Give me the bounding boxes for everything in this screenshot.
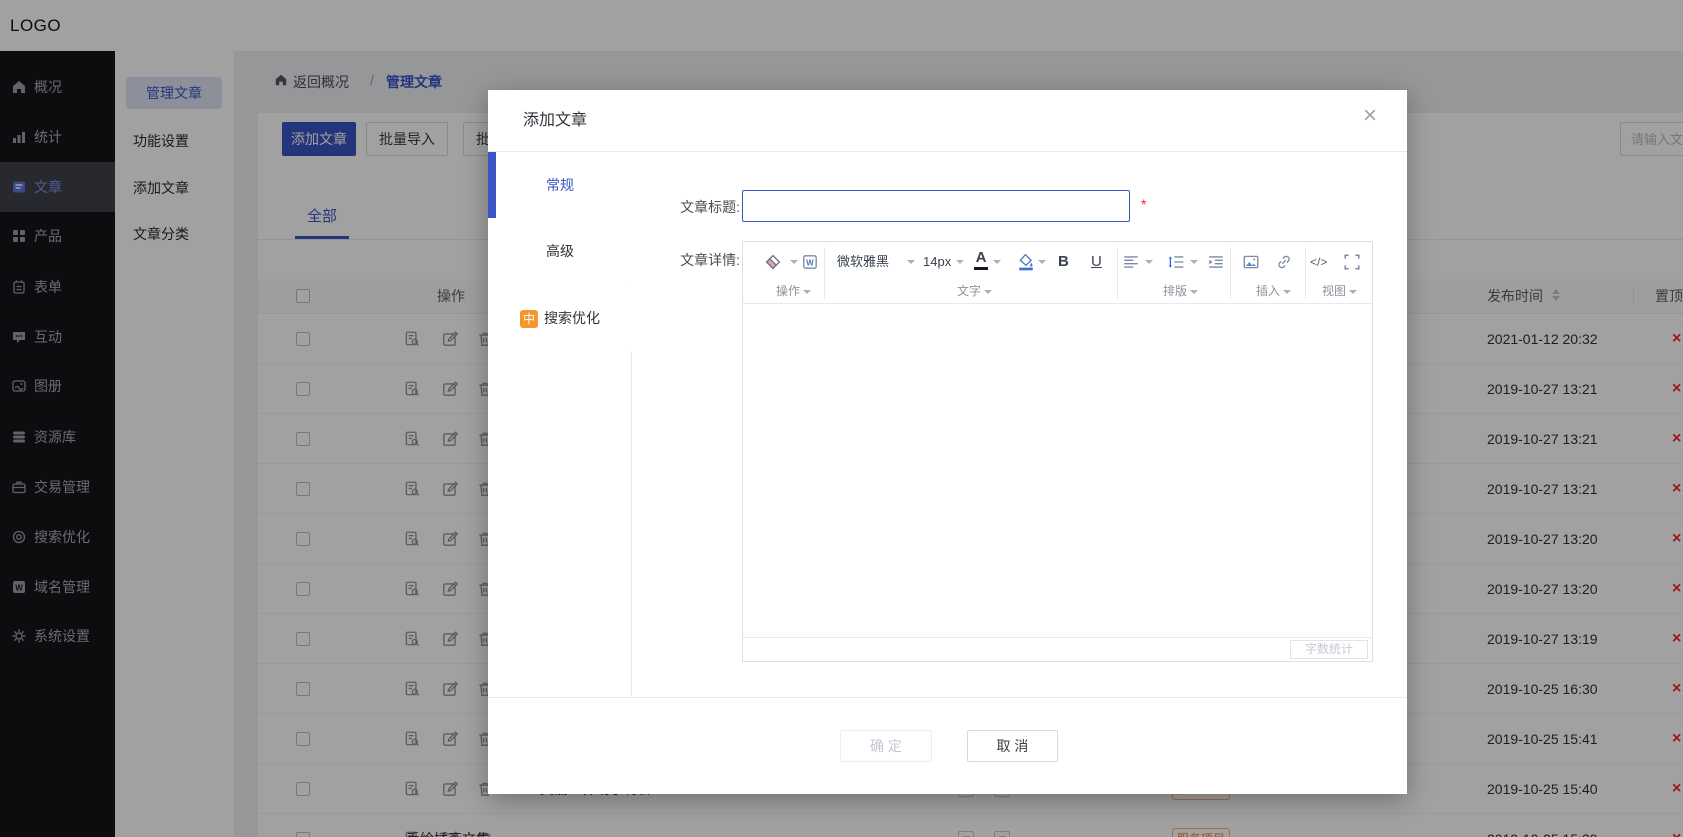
app-root: LOGO 概况 统计 文章 产品 表单 互动 图册 [0,0,1683,837]
chevron-down-icon[interactable] [956,260,964,264]
chevron-down-icon[interactable] [907,260,915,264]
fullscreen-icon[interactable] [1343,253,1361,271]
toolbar-group-insert[interactable]: 插入 [1256,282,1291,304]
format-clear-icon[interactable] [764,253,782,271]
line-height-icon[interactable] [1167,253,1185,271]
font-family-select[interactable]: 微软雅黑 [837,242,889,282]
zh-badge-icon: 中 [520,310,538,328]
rich-text-editor: W 操作 微软雅黑 14px A B U 文字 [742,241,1373,662]
chevron-down-icon[interactable] [1038,260,1046,264]
toolbar-group-view[interactable]: 视图 [1322,282,1357,304]
close-icon[interactable]: × [1363,104,1377,128]
toolbar-group-layout[interactable]: 排版 [1163,282,1198,304]
insert-image-icon[interactable] [1242,253,1260,271]
confirm-button[interactable]: 确 定 [840,730,932,762]
editor-status-bar: 字数统计 [743,637,1372,661]
chevron-down-icon[interactable] [993,260,1001,264]
chevron-down-icon[interactable] [1190,260,1198,264]
required-asterisk: * [1141,196,1146,212]
toolbar-divider [1305,247,1306,299]
background-color-icon[interactable] [1017,253,1035,271]
align-icon[interactable] [1122,253,1140,271]
editor-toolbar: W 操作 微软雅黑 14px A B U 文字 [743,242,1372,304]
bold-button[interactable]: B [1058,242,1069,282]
font-size-select[interactable]: 14px [923,242,951,282]
source-code-button[interactable]: </> [1310,242,1327,282]
indent-icon[interactable] [1207,253,1225,271]
article-detail-label: 文章详情: [658,250,740,270]
modal-tab-general[interactable]: 常规 [488,152,632,218]
modal-header: 添加文章 × [488,90,1407,152]
modal-title: 添加文章 [523,90,587,152]
article-title-input[interactable] [742,190,1130,222]
insert-link-icon[interactable] [1275,253,1293,271]
svg-text:W: W [806,258,814,267]
chevron-down-icon[interactable] [1145,260,1153,264]
toolbar-divider [1117,247,1118,299]
add-article-modal: 添加文章 × 常规 高级 中搜索优化 文章标题: * 文章详情: W 操作 [488,90,1407,794]
editor-content-area[interactable] [743,304,1372,637]
font-color-button[interactable]: A [973,250,989,270]
underline-button[interactable]: U [1091,242,1102,282]
toolbar-group-text[interactable]: 文字 [957,282,992,304]
word-count-label: 字数统计 [1290,640,1368,659]
toolbar-group-operation[interactable]: 操作 [776,282,811,304]
cancel-button[interactable]: 取 消 [967,730,1058,762]
modal-footer-divider [488,697,1407,698]
modal-tab-seo[interactable]: 中搜索优化 [488,285,632,351]
modal-tab-advanced[interactable]: 高级 [488,218,632,284]
active-tab-indicator [488,152,496,218]
toolbar-divider [824,247,825,299]
article-title-label: 文章标题: [658,197,740,217]
chevron-down-icon[interactable] [790,260,798,264]
import-word-icon[interactable]: W [801,253,819,271]
toolbar-divider [1230,247,1231,299]
